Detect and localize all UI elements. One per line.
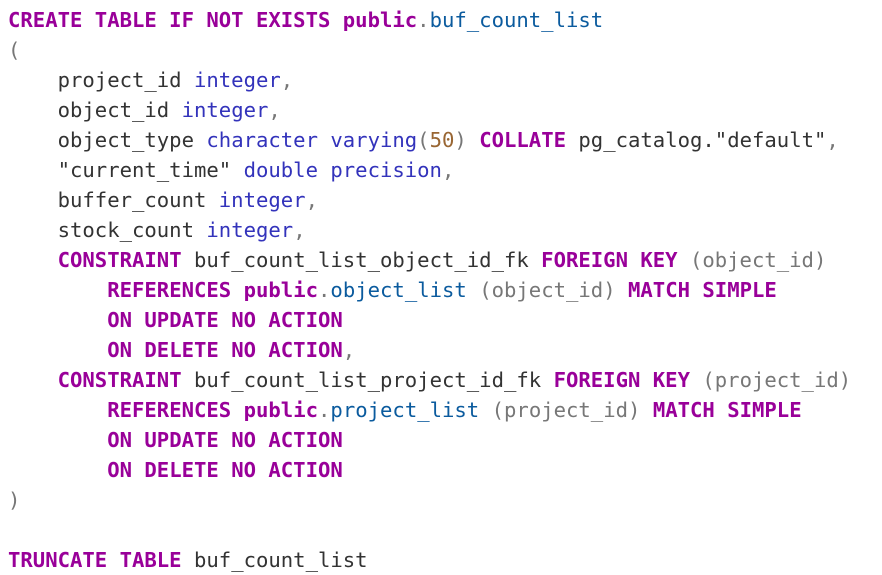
code-token: integer xyxy=(206,218,294,242)
code-token: object_id xyxy=(8,98,182,122)
code-token: integer xyxy=(193,68,281,92)
code-line: CONSTRAINT buf_count_list_project_id_fk … xyxy=(8,365,882,395)
code-token: integer xyxy=(181,98,269,122)
code-token: pg_catalog. xyxy=(566,128,715,152)
code-token: object_type xyxy=(8,128,207,152)
code-token: double precision xyxy=(243,158,442,182)
code-line: ON DELETE NO ACTION, xyxy=(8,335,882,365)
code-token: , xyxy=(268,98,281,122)
code-line: object_type character varying(50) COLLAT… xyxy=(8,125,882,155)
code-token: ON UPDATE NO ACTION xyxy=(107,428,343,452)
code-token: MATCH SIMPLE xyxy=(652,398,802,422)
code-line: REFERENCES public.object_list (object_id… xyxy=(8,275,882,305)
code-token: buf_count_list_object_id_fk xyxy=(181,248,542,272)
code-token: public xyxy=(342,8,418,32)
code-token: FOREIGN KEY xyxy=(541,248,678,272)
code-token: . xyxy=(417,8,430,32)
code-token: buffer_count xyxy=(8,188,219,212)
sql-code-editor[interactable]: CREATE TABLE IF NOT EXISTS public.buf_co… xyxy=(8,5,882,575)
code-line: ON UPDATE NO ACTION xyxy=(8,425,882,455)
code-token: (object_id) xyxy=(466,278,628,302)
code-token: CREATE TABLE IF NOT EXISTS xyxy=(8,8,343,32)
code-token: ( xyxy=(417,128,430,152)
code-token: ON DELETE NO ACTION xyxy=(107,458,343,482)
code-token: FOREIGN KEY xyxy=(553,368,690,392)
code-token: (project_id) xyxy=(689,368,852,392)
code-line: project_id integer, xyxy=(8,65,882,95)
code-token: , xyxy=(293,218,306,242)
code-line: object_id integer, xyxy=(8,95,882,125)
code-token: ON UPDATE NO ACTION xyxy=(107,308,343,332)
code-token: . xyxy=(318,278,331,302)
code-token: project_list xyxy=(330,398,480,422)
code-line: CONSTRAINT buf_count_list_object_id_fk F… xyxy=(8,245,882,275)
code-token: object_list xyxy=(330,278,467,302)
code-token: buf_count_list xyxy=(181,548,368,572)
code-token: project_id xyxy=(8,68,194,92)
code-token: public xyxy=(243,278,319,302)
code-token: buf_count_list_project_id_fk xyxy=(181,368,554,392)
code-token: ) xyxy=(454,128,480,152)
code-token: character varying xyxy=(206,128,418,152)
code-token: CONSTRAINT xyxy=(57,248,182,272)
code-token: stock_count xyxy=(8,218,207,242)
code-line: stock_count integer, xyxy=(8,215,882,245)
code-token: 50 xyxy=(429,128,455,152)
code-token: , xyxy=(826,128,839,152)
code-line: ) xyxy=(8,485,882,515)
code-token: CONSTRAINT xyxy=(57,368,182,392)
code-token: "current_time" xyxy=(8,158,244,182)
code-line: ON DELETE NO ACTION xyxy=(8,455,882,485)
code-token: "default" xyxy=(714,128,827,152)
code-token: (project_id) xyxy=(479,398,653,422)
code-token: TRUNCATE TABLE xyxy=(8,548,182,572)
code-token: , xyxy=(342,338,356,362)
code-token: ON DELETE NO ACTION xyxy=(107,338,343,362)
code-token: , xyxy=(280,68,294,92)
code-line: REFERENCES public.project_list (project_… xyxy=(8,395,882,425)
code-line: TRUNCATE TABLE buf_count_list xyxy=(8,545,882,575)
code-line: CREATE TABLE IF NOT EXISTS public.buf_co… xyxy=(8,5,882,35)
code-line: ON UPDATE NO ACTION xyxy=(8,305,882,335)
code-token: (object_id) xyxy=(677,248,827,272)
code-token: REFERENCES xyxy=(107,278,232,302)
code-line: "current_time" double precision, xyxy=(8,155,882,185)
code-token: ) xyxy=(8,488,21,512)
code-token: buf_count_list xyxy=(429,8,604,32)
code-token: public xyxy=(243,398,319,422)
code-line: ( xyxy=(8,35,882,65)
code-token: integer xyxy=(218,188,306,212)
code-token: MATCH SIMPLE xyxy=(628,278,777,302)
code-token: . xyxy=(318,398,331,422)
code-token: COLLATE xyxy=(479,128,566,152)
code-token: REFERENCES xyxy=(107,398,232,422)
code-token: , xyxy=(305,188,318,212)
code-token: ( xyxy=(8,38,21,62)
code-token: , xyxy=(441,158,455,182)
code-line: buffer_count integer, xyxy=(8,185,882,215)
